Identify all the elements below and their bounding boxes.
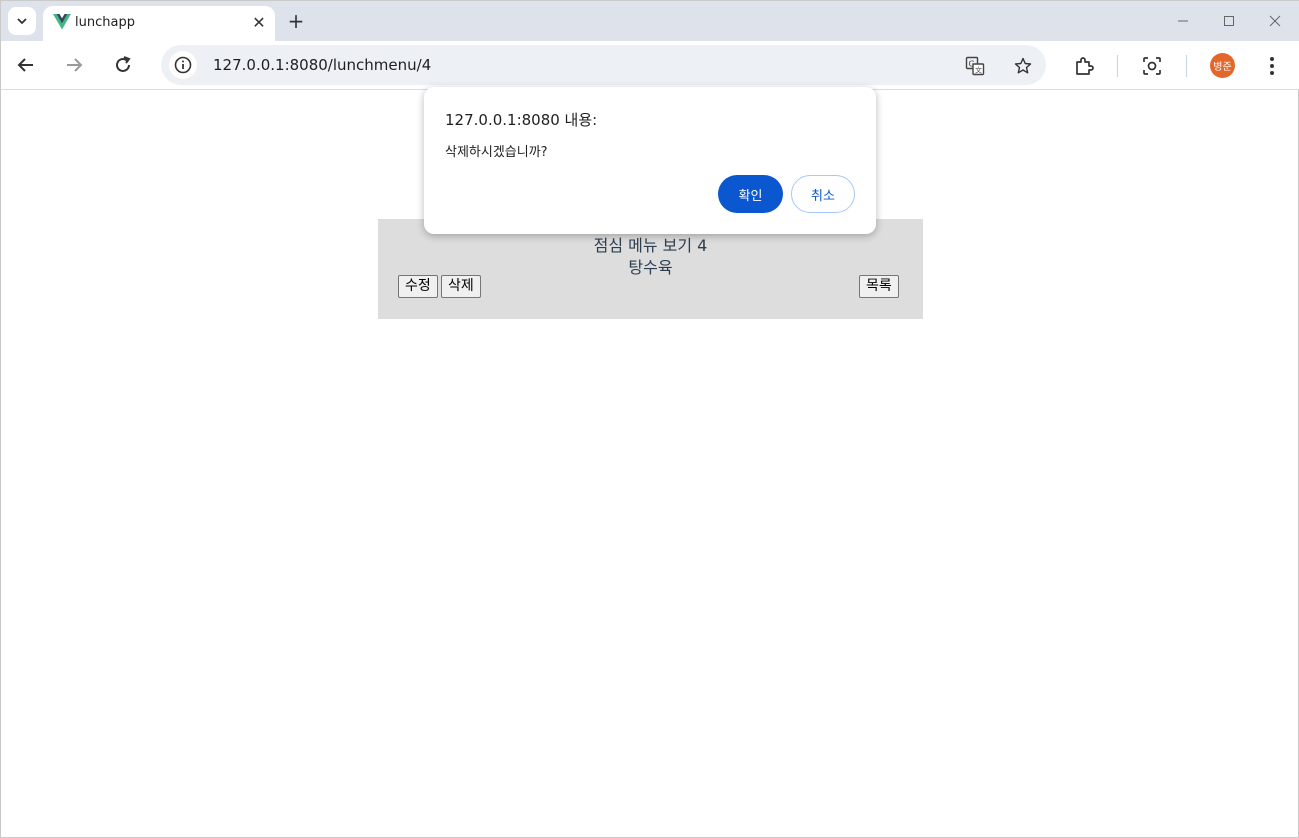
translate-icon: G 文: [965, 56, 985, 76]
edit-button[interactable]: 수정: [398, 275, 438, 298]
extensions-button[interactable]: [1072, 54, 1096, 78]
tab-title: lunchapp: [75, 15, 135, 30]
arrow-right-icon: [67, 58, 83, 72]
url-text[interactable]: 127.0.0.1:8080/lunchmenu/4: [213, 56, 431, 74]
tab-strip: lunchapp ✕ +: [1, 1, 1299, 41]
svg-text:文: 文: [975, 66, 982, 75]
page-title: 점심 메뉴 보기 4: [593, 236, 708, 255]
maximize-button[interactable]: [1217, 9, 1241, 33]
back-button[interactable]: [12, 51, 40, 79]
arrow-left-icon: [17, 58, 33, 72]
lunch-menu-detail: 점심 메뉴 보기 4 탕수육 수정 삭제 목록: [378, 219, 923, 319]
lens-button[interactable]: [1140, 54, 1164, 78]
dialog-title: 127.0.0.1:8080 내용:: [445, 111, 598, 129]
screenshot-search-icon: [1143, 57, 1161, 75]
close-icon: [1269, 15, 1281, 27]
tab-search-button[interactable]: [8, 7, 36, 35]
info-icon: [174, 56, 192, 74]
address-bar[interactable]: 127.0.0.1:8080/lunchmenu/4 G 文: [161, 45, 1046, 85]
minimize-icon: [1178, 20, 1188, 22]
confirm-dialog: 127.0.0.1:8080 내용: 삭제하시겠습니까? 확인 취소: [424, 87, 876, 234]
list-button[interactable]: 목록: [859, 275, 899, 298]
puzzle-icon: [1076, 57, 1094, 75]
close-icon[interactable]: ✕: [249, 12, 269, 32]
menu-button[interactable]: [1260, 54, 1284, 78]
profile-avatar[interactable]: 병준: [1210, 53, 1235, 78]
forward-button[interactable]: [60, 51, 88, 79]
confirm-ok-button[interactable]: 확인: [718, 175, 783, 213]
confirm-cancel-button[interactable]: 취소: [791, 175, 855, 213]
chevron-down-icon: [17, 18, 27, 25]
star-icon: [1014, 57, 1032, 74]
translate-button[interactable]: G 文: [964, 55, 986, 77]
close-window-button[interactable]: [1263, 9, 1287, 33]
dialog-message: 삭제하시겠습니까?: [445, 145, 548, 160]
site-info-button[interactable]: [169, 51, 197, 79]
reload-icon: [116, 56, 131, 72]
avatar-initials: 병준: [1213, 62, 1232, 73]
browser-toolbar: 127.0.0.1:8080/lunchmenu/4 G 文 병준: [1, 41, 1299, 90]
toolbar-divider: [1186, 55, 1187, 77]
bookmark-button[interactable]: [1012, 55, 1034, 77]
browser-window: lunchapp ✕ + 127.0.0.1:8080/lunchmenu/4 …: [0, 0, 1299, 838]
tab-lunchapp[interactable]: lunchapp ✕: [43, 6, 275, 41]
delete-button[interactable]: 삭제: [441, 275, 481, 298]
maximize-icon: [1224, 16, 1234, 26]
minimize-button[interactable]: [1171, 9, 1195, 33]
reload-button[interactable]: [109, 51, 137, 79]
vue-logo-icon: [53, 14, 71, 30]
toolbar-divider: [1117, 55, 1118, 77]
new-tab-button[interactable]: +: [284, 9, 308, 33]
more-vertical-icon: [1270, 57, 1274, 75]
